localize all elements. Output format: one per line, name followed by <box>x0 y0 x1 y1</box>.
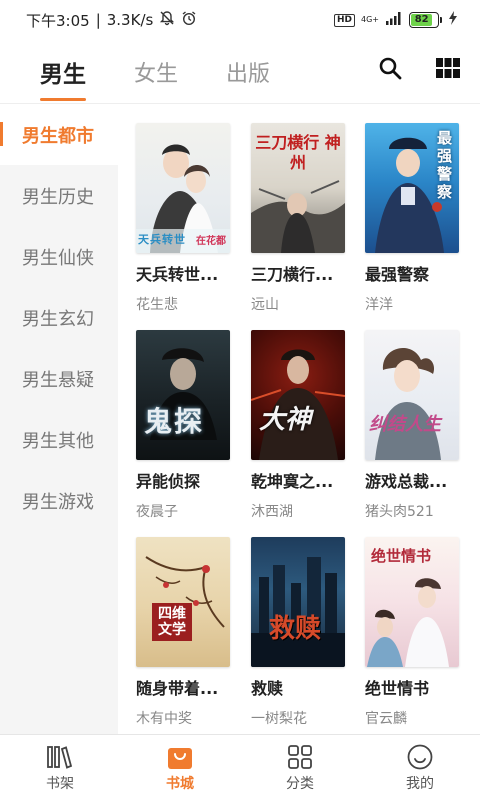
sidebar-item-fantasy[interactable]: 男生玄幻 <box>0 287 118 348</box>
book-title: 救赎 <box>251 679 284 698</box>
bottom-nav: 书架 书城 分类 我的 <box>0 734 480 800</box>
sidebar-item-other[interactable]: 男生其他 <box>0 409 118 470</box>
nav-label: 书架 <box>46 775 74 792</box>
store-bag-icon <box>167 743 193 771</box>
network-speed: 3.3K/s <box>106 11 154 29</box>
book-title: 最强警察 <box>365 265 430 284</box>
book-title: 三刀横行... <box>251 265 334 284</box>
status-time: 下午3:05 <box>26 11 90 30</box>
cover-title: 三刀横行 神州 <box>255 133 341 172</box>
book-cover[interactable]: 救赎 <box>251 537 345 667</box>
sidebar-item-history[interactable]: 男生历史 <box>0 165 118 226</box>
network-type: 4G+ <box>361 15 379 24</box>
cover-title: 纠结人生 <box>369 414 441 435</box>
book-title: 随身带着... <box>136 679 219 698</box>
search-icon[interactable] <box>378 56 402 84</box>
cover-title: 鬼探 <box>144 405 205 438</box>
book-card[interactable]: 大神 乾坤寞之... 沐西湖 <box>251 330 351 521</box>
book-author: 夜晨子 <box>136 504 178 520</box>
book-card[interactable]: 最强警察 最强警察 洋洋 <box>365 123 465 314</box>
book-card[interactable]: 天兵转世 在花都 天兵转世... 花生悲 <box>136 123 236 314</box>
cover-title: 大神 <box>259 405 312 435</box>
status-bar: 下午3:05 | 3.3K/s HD 4G+ 82 <box>0 0 480 40</box>
book-cover[interactable]: 天兵转世 在花都 <box>136 123 230 253</box>
book-cover[interactable]: 大神 <box>251 330 345 460</box>
sidebar-item-xianxia[interactable]: 男生仙侠 <box>0 226 118 287</box>
book-title: 绝世情书 <box>365 679 430 698</box>
hd-badge: HD <box>333 13 355 27</box>
nav-label: 分类 <box>286 775 314 792</box>
nav-bookshelf[interactable]: 书架 <box>0 735 120 800</box>
sidebar-item-urban[interactable]: 男生都市 <box>0 104 118 165</box>
book-author: 一树梨花 <box>251 711 307 727</box>
book-title: 游戏总裁... <box>365 472 448 491</box>
book-card[interactable]: 纠结人生 游戏总裁... 猪头肉521 <box>365 330 465 521</box>
book-card[interactable]: 救赎 救赎 一树梨花 <box>251 537 351 728</box>
book-author: 远山 <box>251 297 279 313</box>
sidebar-item-game[interactable]: 男生游戏 <box>0 470 118 531</box>
cover-title: 天兵转世 <box>138 233 186 246</box>
category-sidebar: 男生都市 男生历史 男生仙侠 男生玄幻 男生悬疑 男生其他 男生游戏 <box>0 104 118 734</box>
nav-store[interactable]: 书城 <box>120 735 240 800</box>
signal-icon <box>385 11 403 29</box>
book-author: 洋洋 <box>365 297 393 313</box>
book-card[interactable]: 三刀横行 神州 三刀横行... 远山 <box>251 123 351 314</box>
grid-menu-icon[interactable] <box>436 58 460 82</box>
book-cover[interactable]: 绝世情书 <box>365 537 459 667</box>
book-cover[interactable]: 三刀横行 神州 <box>251 123 345 253</box>
cover-title: 绝世情书 <box>371 547 432 565</box>
book-card[interactable]: 绝世情书 绝世情书 官云麟 <box>365 537 465 728</box>
smiley-profile-icon <box>407 743 433 771</box>
book-cover[interactable]: 最强警察 <box>365 123 459 253</box>
book-grid: 天兵转世 在花都 天兵转世... 花生悲 三刀横行 神州 三刀横行... 远山 <box>118 104 480 734</box>
book-cover[interactable]: 四维文学 <box>136 537 230 667</box>
book-author: 猪头肉521 <box>365 504 434 520</box>
battery-level: 82 <box>411 14 433 26</box>
book-author: 花生悲 <box>136 297 178 313</box>
book-card[interactable]: 鬼探 异能侦探 夜晨子 <box>136 330 236 521</box>
book-author: 木有中奖 <box>136 711 192 727</box>
book-title: 乾坤寞之... <box>251 472 334 491</box>
cover-title: 四维文学 <box>152 603 192 641</box>
tab-female[interactable]: 女生 <box>134 43 178 101</box>
alarm-icon <box>181 10 197 30</box>
nav-label: 我的 <box>406 775 434 792</box>
book-title: 异能侦探 <box>136 472 201 491</box>
nav-profile[interactable]: 我的 <box>360 735 480 800</box>
nav-label: 书城 <box>166 775 194 792</box>
book-title: 天兵转世... <box>136 265 219 284</box>
charging-icon <box>448 10 458 30</box>
top-actions <box>378 56 460 84</box>
tab-publish[interactable]: 出版 <box>226 43 270 101</box>
book-card[interactable]: 四维文学 随身带着... 木有中奖 <box>136 537 236 728</box>
nav-category[interactable]: 分类 <box>240 735 360 800</box>
cover-subtitle: 在花都 <box>196 236 226 247</box>
category-grid-icon <box>288 743 312 771</box>
book-cover[interactable]: 鬼探 <box>136 330 230 460</box>
cover-title: 救赎 <box>269 614 322 644</box>
bell-muted-icon <box>159 10 175 30</box>
book-author: 沐西湖 <box>251 504 293 520</box>
bookshelf-icon <box>47 743 73 771</box>
book-cover[interactable]: 纠结人生 <box>365 330 459 460</box>
cover-title: 最强警察 <box>437 129 453 201</box>
tab-male[interactable]: 男生 <box>40 43 86 101</box>
battery-icon: 82 <box>409 12 442 28</box>
book-author: 官云麟 <box>365 711 407 727</box>
sidebar-item-suspense[interactable]: 男生悬疑 <box>0 348 118 409</box>
